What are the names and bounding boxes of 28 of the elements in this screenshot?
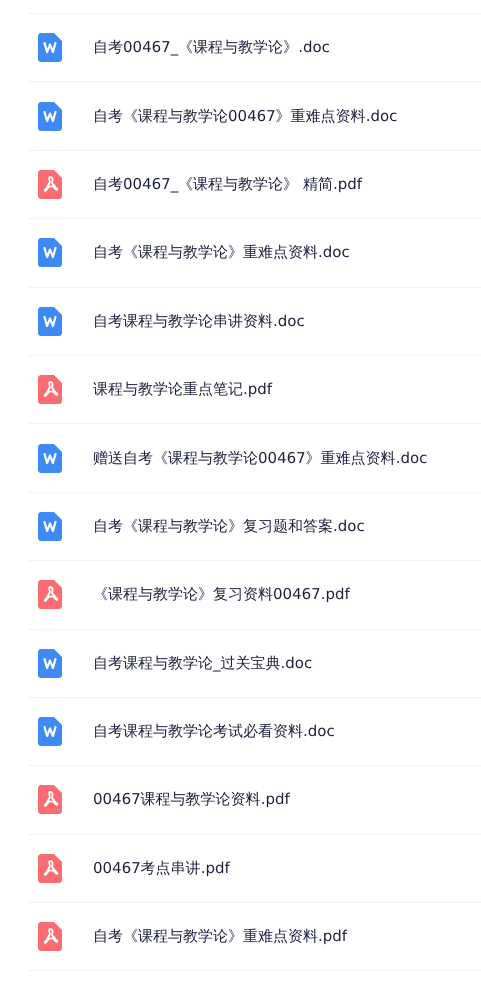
file-name[interactable]: 自考《课程与教学论》重难点资料.doc [93, 243, 350, 262]
pdf-document-icon [38, 785, 62, 814]
word-document-icon [38, 33, 62, 62]
word-document-icon [38, 444, 62, 473]
pdf-document-icon [38, 170, 62, 199]
file-name[interactable]: 00467课程与教学论资料.pdf [93, 790, 290, 810]
file-name[interactable]: 课程与教学论重点笔记.pdf [93, 380, 272, 400]
word-document-icon [38, 717, 62, 746]
file-name[interactable]: 自考课程与教学论串讲资料.doc [93, 312, 305, 331]
word-document-icon [38, 648, 62, 678]
pdf-document-icon [38, 375, 62, 404]
pdf-document-icon [38, 580, 62, 610]
file-name[interactable]: 自考《课程与教学论》重难点资料.pdf [93, 927, 348, 946]
file-name[interactable]: 自考课程与教学论_过关宝典.doc [93, 654, 312, 673]
file-name[interactable]: 《课程与教学论》复习资料00467.pdf [93, 585, 350, 604]
file-name[interactable]: 自考课程与教学论考试必看资料.doc [93, 722, 335, 742]
file-name[interactable]: 自考00467_《课程与教学论》.doc [93, 38, 330, 58]
word-document-icon [38, 512, 62, 541]
word-document-icon [38, 306, 62, 336]
pdf-document-icon [38, 922, 62, 952]
file-name[interactable]: 自考00467_《课程与教学论》 精简.pdf [93, 174, 362, 194]
pdf-document-icon [38, 854, 62, 883]
file-name[interactable]: 00467考点串讲.pdf [93, 858, 230, 878]
file-name[interactable]: 自考《课程与教学论》复习题和答案.doc [93, 516, 365, 536]
word-document-icon [38, 102, 62, 131]
word-document-icon [38, 238, 62, 268]
file-name[interactable]: 赠送自考《课程与教学论00467》重难点资料.doc [93, 448, 428, 468]
file-name[interactable]: 自考《课程与教学论00467》重难点资料.doc [93, 106, 398, 126]
